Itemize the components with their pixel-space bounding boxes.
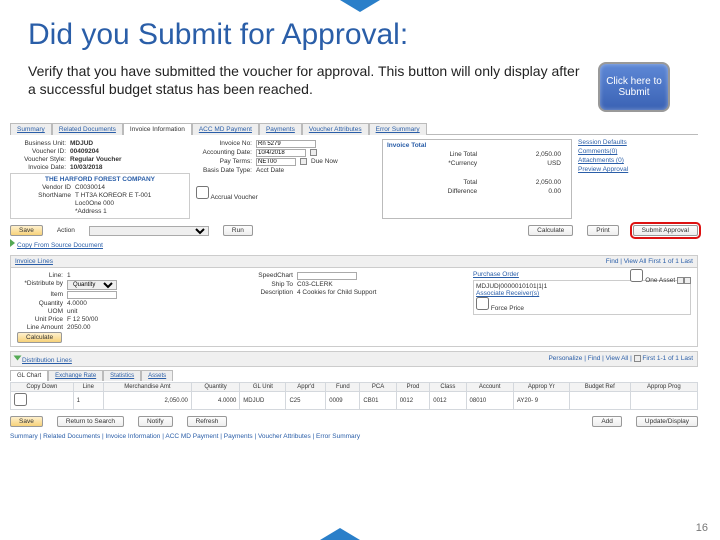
invoice-total-title: Invoice Total [387, 142, 567, 149]
tab-acc-md-payment[interactable]: ACC MD Payment [192, 123, 259, 135]
run-button[interactable]: Run [223, 225, 253, 236]
copy-down-cell[interactable] [11, 392, 74, 410]
uom: unit [67, 308, 77, 315]
preview-approval-link[interactable]: Preview Approval [578, 166, 698, 173]
page-title: Did you Submit for Approval: [28, 18, 702, 52]
click-here-submit-button[interactable]: Click here to Submit [598, 62, 670, 112]
one-asset-checkbox[interactable] [630, 269, 643, 282]
dist-personalize[interactable]: Personalize | Find | View All | [548, 356, 633, 363]
accrual-checkbox[interactable] [196, 186, 209, 199]
subtab-gl-chart[interactable]: GL Chart [10, 370, 48, 381]
line-description: 4 Cookies for Child Support [297, 289, 377, 296]
one-asset-label: One Asset [645, 277, 675, 284]
vendor-short: T HT3A KOREOR E T-001 [75, 192, 151, 199]
invoice-lines-pager[interactable]: Find | View All First 1 of 1 Last [606, 258, 693, 265]
refresh-button[interactable]: Refresh [187, 416, 228, 427]
grid-icon[interactable] [634, 355, 641, 362]
table-row: 1 2,050.00 4.0000 MDJUD C25 0009 CB01 00… [11, 392, 698, 410]
distribution-lines-title: Distribution Lines [22, 357, 72, 364]
copy-twisty-icon[interactable] [10, 239, 15, 247]
tab-invoice-info[interactable]: Invoice Information [123, 123, 192, 135]
dist-twisty-icon[interactable] [14, 356, 22, 361]
basis-date-type: Acct Date [256, 167, 284, 174]
accounting-date-input[interactable] [256, 149, 306, 157]
copy-from-source-link[interactable]: Copy From Source Document [17, 242, 103, 249]
vendor-addr: *Address 1 [75, 208, 107, 215]
unit-price: F 12 50/00 [67, 316, 98, 323]
session-box: Session Defaults Comments(0) Attachments… [578, 139, 698, 219]
vendor-name: THE HARFORD FOREST COMPANY [15, 176, 185, 183]
invoice-date: 10/03/2018 [70, 164, 103, 171]
difference: 0.00 [483, 188, 565, 195]
lookup-icon[interactable] [300, 158, 307, 165]
notify-button[interactable]: Notify [138, 416, 173, 427]
item-input[interactable] [67, 291, 117, 299]
subtab-exchange-rate[interactable]: Exchange Rate [48, 370, 103, 381]
save-button[interactable]: Save [10, 225, 43, 236]
line-num: 1 [67, 272, 71, 279]
submit-approval-button[interactable]: Submit Approval [633, 225, 698, 236]
line-amount: 2050.00 [67, 324, 91, 331]
invoice-no-input[interactable] [256, 140, 316, 148]
return-search-button[interactable]: Return to Search [57, 416, 124, 427]
voucher-id: 00409204 [70, 148, 99, 155]
tab-payments[interactable]: Payments [259, 123, 302, 135]
qty: 4.0000 [67, 300, 87, 307]
due-now: Due Now [311, 158, 338, 166]
line-total: 2,050.00 [483, 151, 565, 158]
session-defaults-link[interactable]: Session Defaults [578, 139, 698, 146]
force-price-checkbox[interactable] [476, 297, 489, 310]
tab-voucher-attr[interactable]: Voucher Attributes [302, 123, 369, 135]
update-display-button[interactable]: Update/Display [636, 416, 698, 427]
dist-pager[interactable]: First 1-1 of 1 Last [642, 356, 693, 363]
line-calculate-button[interactable]: Calculate [17, 332, 62, 343]
click-here-submit-label: Click here to Submit [600, 76, 668, 98]
ship-to: C03-CLERK [297, 281, 333, 288]
force-price-label: Force Price [491, 305, 524, 312]
delete-row-icon[interactable] [684, 277, 691, 284]
subtab-statistics[interactable]: Statistics [103, 370, 141, 381]
add-row-icon[interactable] [677, 277, 684, 284]
pay-terms-input[interactable] [256, 158, 296, 166]
tab-summary[interactable]: Summary [10, 123, 52, 135]
vendor-id: C0030014 [75, 184, 105, 191]
attachments-link[interactable]: Attachments (0) [578, 157, 698, 164]
tab-error-summary[interactable]: Error Summary [369, 123, 427, 135]
print-button[interactable]: Print [587, 225, 618, 236]
action-label: Action [57, 227, 75, 234]
currency: USD [483, 160, 565, 167]
vendor-loc: Loc0One 000 [75, 200, 114, 207]
speedchart-input[interactable] [297, 272, 357, 280]
page-subtitle: Verify that you have submitted the vouch… [28, 62, 588, 98]
business-unit: MDJUD [70, 140, 93, 147]
invoice-lines-title: Invoice Lines [15, 258, 53, 265]
header-left: Business Unit:MDJUD Voucher ID:00409204 … [10, 139, 190, 219]
grand-total: 2,050.00 [483, 169, 565, 186]
footer-links[interactable]: Summary | Related Documents | Invoice In… [10, 433, 698, 440]
comments-link[interactable]: Comments(0) [578, 148, 698, 155]
action-select[interactable] [89, 226, 209, 236]
associate-receivers-link[interactable]: Associate Receiver(s) [476, 290, 688, 297]
page-number: 16 [696, 522, 708, 534]
po-number: MDJUD|0000010101|1|1 [476, 283, 688, 290]
accrual-label: Accrual Voucher [210, 194, 257, 201]
voucher-style: Regular Voucher [70, 156, 122, 163]
gl-table: Copy DownLine Merchandise AmtQuantity GL… [10, 382, 698, 410]
subtab-assets[interactable]: Assets [141, 370, 173, 381]
distribute-by-select[interactable]: Quantity [67, 280, 117, 290]
header-mid: Invoice No: Accounting Date: Pay Terms: … [196, 139, 376, 219]
calculate-button[interactable]: Calculate [528, 225, 573, 236]
footer-save-button[interactable]: Save [10, 416, 43, 427]
calendar-icon[interactable] [310, 149, 317, 156]
tab-bar: Summary Related Documents Invoice Inform… [10, 122, 698, 135]
decor-triangle-top [340, 0, 380, 12]
invoice-total-box: Invoice Total Line Total2,050.00 *Curren… [382, 139, 572, 219]
tab-related-docs[interactable]: Related Documents [52, 123, 123, 135]
decor-triangle-bottom [320, 528, 360, 540]
add-button[interactable]: Add [592, 416, 622, 427]
